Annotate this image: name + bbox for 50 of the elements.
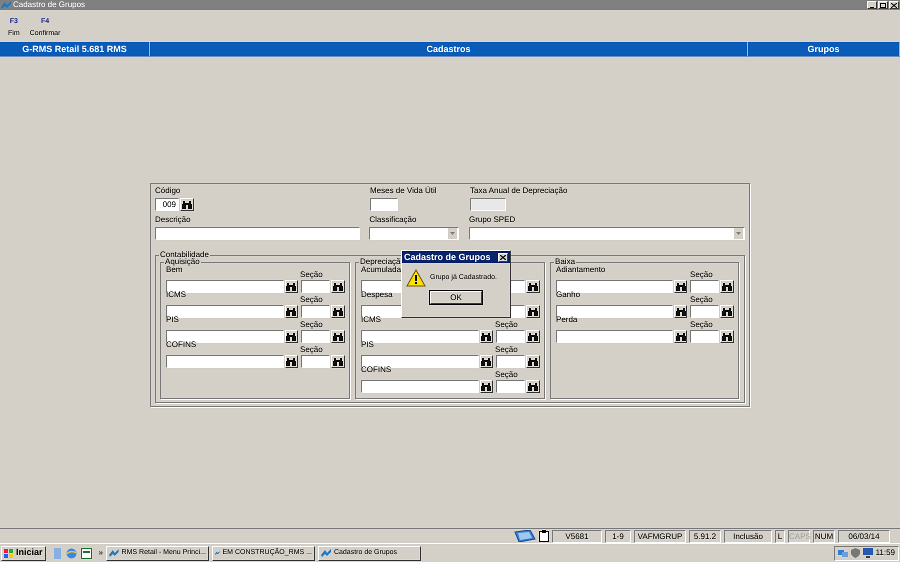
field-label: Perda: [556, 315, 578, 324]
field-label: Meses de Vida Útil: [370, 186, 438, 196]
field-label: Seção: [300, 320, 323, 330]
status-cell: 5.91.2: [689, 530, 721, 542]
group-title: Depreciaçã: [359, 257, 402, 267]
header-cell: G-RMS Retail 5.681 RMS: [0, 42, 150, 56]
status-cell: V5681: [552, 530, 602, 542]
field-label: Código: [155, 186, 182, 196]
field-label: Adiantamento: [556, 265, 606, 274]
ok-button[interactable]: OK: [430, 291, 482, 304]
field-label: Grupo SPED: [469, 215, 516, 225]
field-label: Bem: [166, 265, 182, 274]
field-label: Despesa: [361, 290, 393, 299]
field-label: COFINS: [166, 340, 196, 349]
clock: 11:59: [876, 547, 895, 559]
header-cell: Grupos: [748, 42, 900, 56]
start-button[interactable]: Iniciar: [1, 546, 46, 560]
input-field[interactable]: 009: [155, 198, 179, 211]
field-label: Seção: [495, 370, 518, 380]
field-label: Seção: [690, 270, 713, 280]
field-label: Seção: [690, 320, 713, 330]
field-label: Ganho: [556, 290, 580, 299]
field-label: Taxa Anual de Depreciação: [470, 186, 568, 196]
field-label: Seção: [495, 320, 518, 330]
window-title: Cadastro de Grupos: [13, 0, 86, 10]
field-label: ICMS: [361, 315, 381, 324]
field-label: Seção: [300, 345, 323, 355]
field-label: ICMS: [166, 290, 186, 299]
group-title: Aquisição: [164, 257, 201, 267]
dialog-title: Cadastro de Grupos: [404, 252, 491, 262]
field-label: Classificação: [369, 215, 418, 225]
header-cell: Cadastros: [150, 42, 748, 56]
field-label: PIS: [166, 315, 179, 324]
field-label: Acumulada: [361, 265, 402, 274]
status-cell: Inclusão: [724, 530, 772, 542]
group-title: Baixa: [554, 257, 576, 267]
field-label: PIS: [361, 340, 374, 349]
more-chevron[interactable]: »: [98, 547, 103, 559]
status-cell: L: [775, 530, 785, 542]
field-label: COFINS: [361, 365, 392, 374]
status-cell: NUM: [813, 530, 835, 542]
status-cell: 06/03/14: [838, 530, 890, 542]
field-label: Seção: [300, 270, 323, 280]
status-cell: VAFMGRUP: [634, 530, 686, 542]
status-cell: 1-9: [605, 530, 631, 542]
status-cell: CAPS: [788, 530, 810, 542]
field-label: Seção: [690, 295, 713, 305]
field-label: Seção: [495, 345, 518, 355]
field-label: Descrição: [155, 215, 192, 225]
field-label: Seção: [300, 295, 323, 305]
